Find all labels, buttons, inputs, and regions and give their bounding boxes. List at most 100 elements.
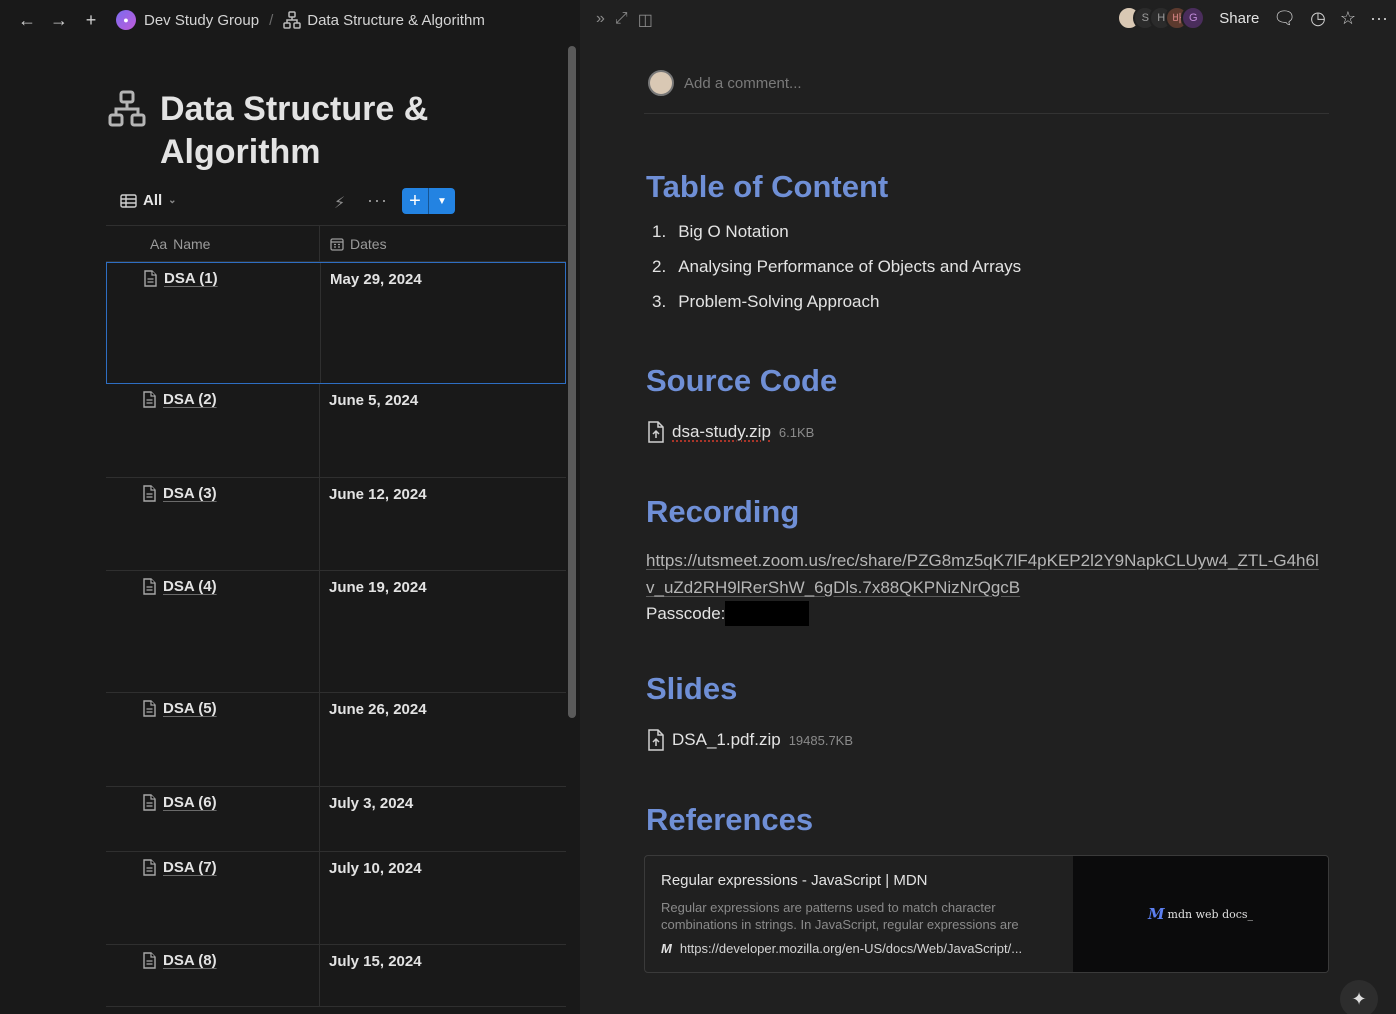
row-name-cell[interactable]: DSA (7) <box>142 859 217 876</box>
peek-controls: » ⤢ ◫ <box>596 10 653 30</box>
side-peek-icon[interactable]: ◫ <box>638 10 653 30</box>
row-date[interactable]: July 10, 2024 <box>329 860 422 877</box>
topbar: ← → + ● Dev Study Group / Data Structure… <box>0 0 580 40</box>
list-item[interactable]: 2. Analysing Performance of Objects and A… <box>652 257 1021 292</box>
list-item[interactable]: 1. Big O Notation <box>652 222 1021 257</box>
avatar <box>648 70 674 96</box>
breadcrumb-workspace[interactable]: Dev Study Group <box>144 12 259 29</box>
heading-table-of-content[interactable]: Table of Content <box>646 169 888 205</box>
database-table: Aa Name Dates DSA (1) May 29, 2024 DSA (… <box>106 225 566 1007</box>
forward-arrow-icon[interactable]: → <box>46 7 72 33</box>
more-options-icon[interactable]: ··· <box>1370 8 1388 29</box>
row-date[interactable]: June 5, 2024 <box>329 392 418 409</box>
row-date[interactable]: June 19, 2024 <box>329 579 427 596</box>
document-icon <box>144 270 157 287</box>
table-row[interactable]: DSA (7) July 10, 2024 <box>106 852 566 945</box>
bookmark-title: Regular expressions - JavaScript | MDN <box>661 872 928 889</box>
expand-icon[interactable]: ⤢ <box>615 10 628 30</box>
heading-source-code[interactable]: Source Code <box>646 363 837 399</box>
more-options-icon[interactable]: ··· <box>367 190 388 211</box>
column-divider <box>319 852 320 944</box>
file-attachment[interactable]: DSA_1.pdf.zip 19485.7KB <box>646 729 853 751</box>
chevron-down-icon[interactable]: ▼ <box>428 188 455 214</box>
sitemap-icon <box>283 11 301 29</box>
column-divider <box>319 226 320 261</box>
row-name[interactable]: DSA (8) <box>163 952 217 969</box>
file-attachment[interactable]: dsa-study.zip 6.1KB <box>646 421 814 443</box>
breadcrumb-page[interactable]: Data Structure & Algorithm <box>307 12 485 29</box>
database-pane: ← → + ● Dev Study Group / Data Structure… <box>0 0 580 1014</box>
close-peek-chevrons-icon[interactable]: » <box>596 10 605 30</box>
share-button[interactable]: Share <box>1219 10 1259 27</box>
row-date[interactable]: June 12, 2024 <box>329 486 427 503</box>
table-row[interactable]: DSA (2) June 5, 2024 <box>106 384 566 478</box>
table-row[interactable]: DSA (1) May 29, 2024 <box>106 262 566 384</box>
list-text[interactable]: Big O Notation <box>678 222 789 257</box>
row-date[interactable]: July 3, 2024 <box>329 795 413 812</box>
row-name-cell[interactable]: DSA (6) <box>142 794 217 811</box>
list-text[interactable]: Problem-Solving Approach <box>678 292 879 327</box>
table-view-icon <box>120 193 137 208</box>
row-name-cell[interactable]: DSA (4) <box>142 578 217 595</box>
row-name-cell[interactable]: DSA (1) <box>143 270 218 287</box>
file-name[interactable]: dsa-study.zip <box>672 422 771 442</box>
view-tab-all[interactable]: All ⌄ <box>120 192 177 209</box>
row-date[interactable]: June 26, 2024 <box>329 701 427 718</box>
table-row[interactable]: DSA (8) July 15, 2024 <box>106 945 566 1007</box>
row-name[interactable]: DSA (4) <box>163 578 217 595</box>
column-divider <box>319 478 320 570</box>
column-header-name[interactable]: Aa Name <box>150 236 210 252</box>
row-date[interactable]: May 29, 2024 <box>330 271 422 288</box>
new-item-plus[interactable]: + <box>402 188 428 214</box>
list-item[interactable]: 3. Problem-Solving Approach <box>652 292 1021 327</box>
column-divider <box>319 945 320 1006</box>
bookmark-url: M https://developer.mozilla.org/en-US/do… <box>661 941 1057 956</box>
calendar-icon <box>330 238 344 251</box>
ai-sparkle-icon[interactable]: ✦ <box>1340 980 1378 1014</box>
row-name-cell[interactable]: DSA (2) <box>142 391 217 408</box>
document-icon <box>143 485 156 502</box>
row-name[interactable]: DSA (1) <box>164 270 218 287</box>
table-row[interactable]: DSA (4) June 19, 2024 <box>106 571 566 693</box>
new-page-plus-icon[interactable]: + <box>78 7 104 33</box>
web-bookmark[interactable]: Regular expressions - JavaScript | MDN R… <box>644 855 1329 973</box>
table-row[interactable]: DSA (6) July 3, 2024 <box>106 787 566 852</box>
heading-slides[interactable]: Slides <box>646 671 737 707</box>
row-name-cell[interactable]: DSA (8) <box>142 952 217 969</box>
list-text[interactable]: Analysing Performance of Objects and Arr… <box>678 257 1021 292</box>
heading-references[interactable]: References <box>646 802 813 838</box>
bookmark-url-text: https://developer.mozilla.org/en-US/docs… <box>679 941 1023 956</box>
row-date[interactable]: July 15, 2024 <box>329 953 422 970</box>
heading-recording[interactable]: Recording <box>646 494 799 530</box>
row-name[interactable]: DSA (5) <box>163 700 217 717</box>
row-name[interactable]: DSA (2) <box>163 391 217 408</box>
workspace-logo-icon[interactable]: ● <box>116 10 136 30</box>
text-type-icon: Aa <box>150 236 168 252</box>
favorite-star-icon[interactable]: ☆ <box>1340 8 1356 29</box>
scrollbar[interactable] <box>568 46 576 718</box>
file-upload-icon <box>648 421 664 443</box>
recording-link[interactable]: https://utsmeet.zoom.us/rec/share/PZG8mz… <box>646 547 1326 601</box>
row-name[interactable]: DSA (7) <box>163 859 217 876</box>
file-name[interactable]: DSA_1.pdf.zip <box>672 730 781 750</box>
row-name-cell[interactable]: DSA (5) <box>142 700 217 717</box>
toc-list: 1. Big O Notation 2. Analysing Performance… <box>652 222 1021 327</box>
comment-box[interactable]: Add a comment... <box>648 70 802 96</box>
automation-bolt-icon[interactable]: ⚡︎ <box>334 193 345 213</box>
column-header-dates[interactable]: Dates <box>330 236 387 252</box>
collaborator-avatars[interactable]: S H 바 G <box>1117 6 1206 30</box>
avatar[interactable]: G <box>1181 6 1206 30</box>
table-row[interactable]: DSA (3) June 12, 2024 <box>106 478 566 571</box>
back-arrow-icon[interactable]: ← <box>14 7 40 33</box>
table-row[interactable]: DSA (5) June 26, 2024 <box>106 693 566 787</box>
row-name[interactable]: DSA (6) <box>163 794 217 811</box>
page-title[interactable]: Data Structure & Algorithm <box>160 88 480 174</box>
row-name[interactable]: DSA (3) <box>163 485 217 502</box>
sitemap-icon[interactable] <box>108 90 146 128</box>
new-item-button[interactable]: + ▼ <box>402 188 455 214</box>
comments-icon[interactable]: 🗨︎ <box>1273 8 1296 29</box>
comment-input[interactable]: Add a comment... <box>684 75 802 92</box>
document-icon <box>143 794 156 811</box>
history-clock-icon[interactable]: ◷ <box>1310 8 1326 29</box>
row-name-cell[interactable]: DSA (3) <box>142 485 217 502</box>
